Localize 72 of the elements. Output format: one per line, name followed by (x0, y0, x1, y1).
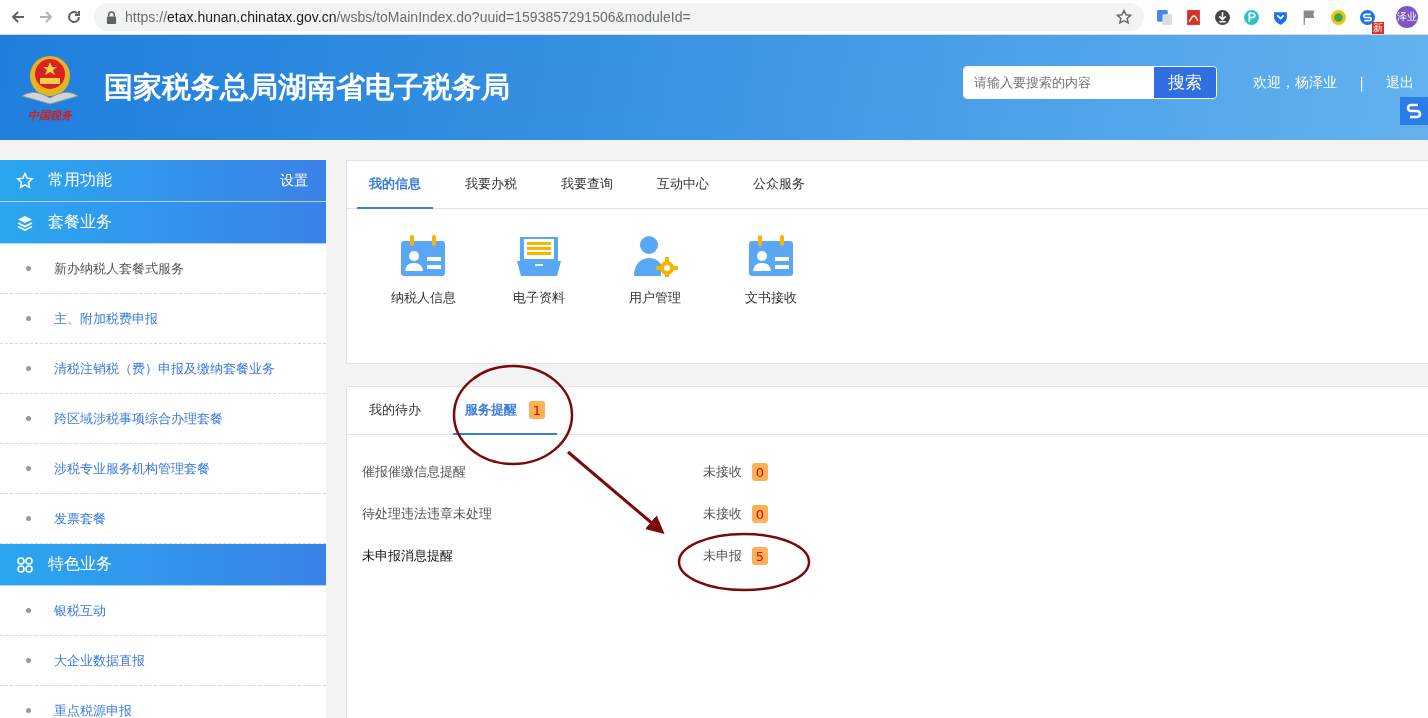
section-title: 特色业务 (48, 554, 112, 575)
tab[interactable]: 我要查询 (549, 161, 625, 209)
tab[interactable]: 我的待办 (357, 387, 433, 435)
sidebar-link[interactable]: 涉税专业服务机构管理套餐 (54, 459, 210, 478)
p-circle-icon[interactable] (1243, 8, 1260, 26)
sidebar-link[interactable]: 发票套餐 (54, 509, 106, 528)
sidebar-section-header[interactable]: 套餐业务 (0, 202, 326, 244)
logo-caption: 中国税务 (28, 108, 72, 123)
count-badge: 0 (752, 505, 768, 523)
forward-icon[interactable] (38, 9, 54, 25)
sidebar-link[interactable]: 大企业数据直报 (54, 651, 145, 670)
translate-icon[interactable] (1156, 8, 1173, 26)
reminder-label[interactable]: 未申报消息提醒 (362, 547, 703, 565)
star-icon (16, 171, 34, 190)
tab[interactable]: 我要办税 (453, 161, 529, 209)
separator: | (1359, 74, 1364, 91)
tab[interactable]: 我的信息 (357, 161, 433, 209)
bullet-dot (26, 608, 31, 613)
tab[interactable]: 公众服务 (741, 161, 817, 209)
count-badge: 5 (752, 547, 768, 565)
reload-icon[interactable] (66, 9, 82, 25)
back-icon[interactable] (10, 9, 26, 25)
sidebar-link[interactable]: 重点税源申报 (54, 701, 132, 718)
flag-icon[interactable] (1301, 8, 1318, 26)
settings-link[interactable]: 设置 (280, 171, 308, 190)
bullet-dot (26, 708, 31, 713)
section-title: 套餐业务 (48, 212, 112, 233)
sidebar-link[interactable]: 银税互动 (54, 601, 106, 620)
site-title: 国家税务总局湖南省电子税务局 (104, 68, 510, 106)
shortcut-label: 用户管理 (629, 289, 681, 307)
status-text: 未接收 (703, 463, 742, 481)
download-icon[interactable] (1214, 8, 1231, 26)
bullet-dot (26, 266, 31, 271)
tab[interactable]: 互动中心 (645, 161, 721, 209)
sidebar-link[interactable]: 跨区域涉税事项综合办理套餐 (54, 409, 223, 428)
reminder-label[interactable]: 待处理违法违章未处理 (362, 505, 703, 523)
shortcut-label: 电子资料 (513, 289, 565, 307)
lock-icon (106, 10, 117, 24)
user-gear-icon[interactable] (632, 235, 678, 277)
tab[interactable]: 服务提醒 1 (453, 387, 557, 435)
welcome-text: 欢迎，杨泽业 (1253, 73, 1338, 92)
bullet-dot (26, 366, 31, 371)
bullet-dot (26, 466, 31, 471)
address-bar[interactable]: https://etax.hunan.chinatax.gov.cn/wsbs/toMainIndex.do?uuid=1593857291506&moduleId= (94, 3, 1144, 31)
id-card-icon[interactable] (748, 235, 794, 277)
sidebar-section-header[interactable]: 特色业务 (0, 544, 326, 586)
bullet-dot (26, 316, 31, 321)
bullet-dot (26, 516, 31, 521)
status-text: 未申报 (703, 547, 742, 565)
id-card-icon[interactable] (400, 235, 446, 277)
layers-icon (16, 213, 34, 232)
count-badge: 0 (752, 463, 768, 481)
bullet-dot (26, 416, 31, 421)
side-tool-icon[interactable] (1400, 97, 1428, 125)
command-icon (16, 555, 34, 574)
logout-link[interactable]: 退出 (1386, 73, 1414, 92)
bullet-dot (26, 658, 31, 663)
sidebar-link[interactable]: 清税注销税（费）申报及缴纳套餐业务 (54, 359, 275, 378)
profile-avatar[interactable]: 泽业 (1396, 6, 1418, 28)
sidebar-link[interactable]: 主、附加税费申报 (54, 309, 158, 328)
shortcut-label: 文书接收 (745, 289, 797, 307)
coin-icon[interactable] (1330, 8, 1347, 26)
file-drawer-icon[interactable] (516, 235, 562, 277)
status-text: 未接收 (703, 505, 742, 523)
shortcut-label: 纳税人信息 (390, 289, 456, 307)
extension-badge: 新 (1372, 21, 1384, 34)
reminder-label[interactable]: 催报催缴信息提醒 (362, 463, 703, 481)
pdf-icon[interactable] (1185, 8, 1202, 26)
bookmark-star-icon[interactable] (1116, 9, 1132, 25)
sidebar-link[interactable]: 新办纳税人套餐式服务 (54, 259, 184, 278)
section-title: 常用功能 (48, 170, 112, 191)
sidebar-section-header[interactable]: 常用功能 设置 (0, 160, 326, 202)
